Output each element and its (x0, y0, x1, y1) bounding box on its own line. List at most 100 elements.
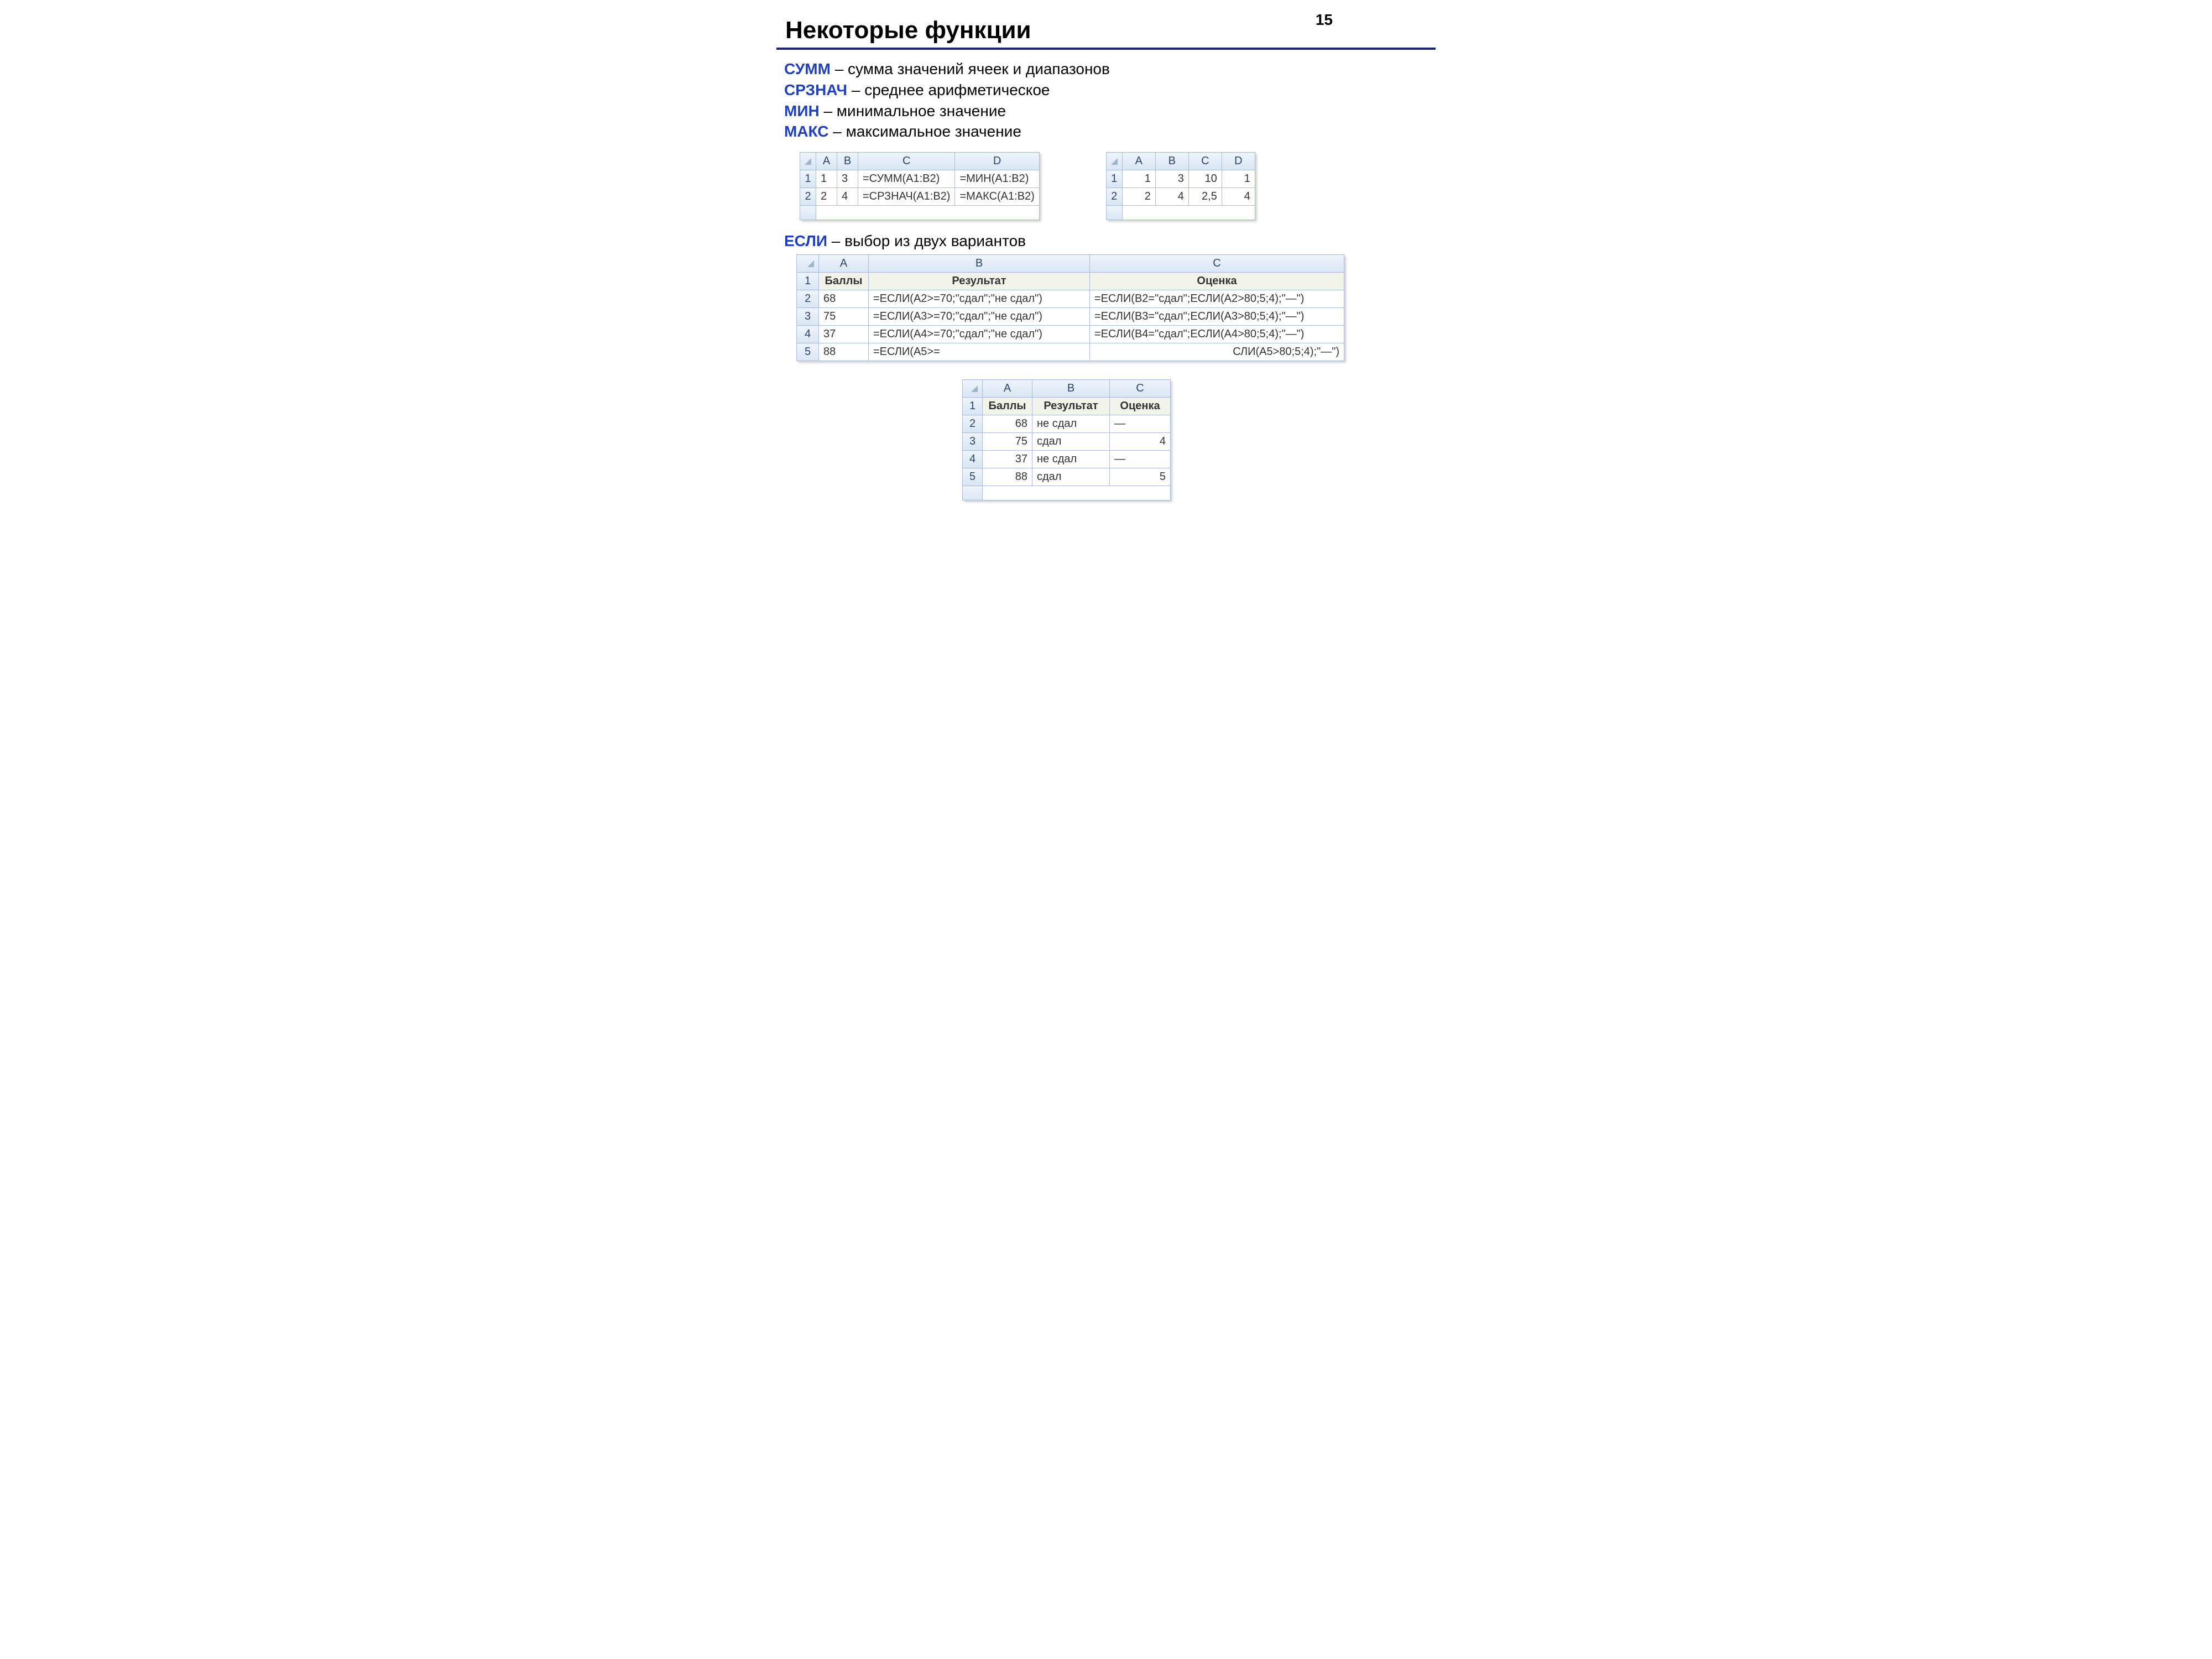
row-1[interactable]: 1 (800, 170, 816, 188)
select-all-corner[interactable] (963, 380, 983, 398)
cell[interactable]: 37 (983, 451, 1032, 468)
def-max: – максимальное значение (829, 123, 1021, 140)
cell[interactable]: 2,5 (1188, 188, 1222, 206)
cell[interactable]: 75 (819, 308, 869, 326)
header-cell[interactable]: Оценка (1090, 273, 1344, 290)
row-2[interactable]: 2 (963, 415, 983, 433)
table-if-formulas: A B C 1 Баллы Результат Оценка 2 68 =ЕСЛ… (796, 254, 1344, 361)
col-D[interactable]: D (955, 153, 1039, 170)
row-4[interactable]: 4 (963, 451, 983, 468)
cell[interactable]: 88 (819, 343, 869, 361)
cell[interactable]: 68 (983, 415, 1032, 433)
cell[interactable]: 75 (983, 433, 1032, 451)
col-A[interactable]: A (1122, 153, 1155, 170)
col-B[interactable]: B (869, 255, 1090, 273)
cell[interactable]: 4 (837, 188, 858, 206)
col-C[interactable]: C (1090, 255, 1344, 273)
cell[interactable]: =СРЗНАЧ(A1:B2) (858, 188, 955, 206)
row-2[interactable]: 2 (800, 188, 816, 206)
slide: 15 Некоторые функции СУММ – сумма значен… (752, 0, 1460, 531)
table-results: A B C D 1 1 3 10 1 2 2 4 2,5 4 (1106, 152, 1255, 220)
cell[interactable]: =МАКС(A1:B2) (955, 188, 1039, 206)
cell[interactable]: =МИН(A1:B2) (955, 170, 1039, 188)
cell[interactable]: 37 (819, 326, 869, 343)
row-1[interactable]: 1 (1106, 170, 1122, 188)
title-divider (776, 48, 1436, 50)
def-min: – минимальное значение (820, 102, 1006, 119)
cell[interactable]: СЛИ(A5>80;5;4);"—") (1090, 343, 1344, 361)
cell[interactable]: =ЕСЛИ(B2="сдал";ЕСЛИ(A2>80;5;4);"—") (1090, 290, 1344, 308)
col-A[interactable]: A (983, 380, 1032, 398)
col-C[interactable]: C (1110, 380, 1171, 398)
cell[interactable]: 3 (1155, 170, 1188, 188)
cell[interactable]: =ЕСЛИ(A2>=70;"сдал";"не сдал") (869, 290, 1090, 308)
header-cell[interactable]: Оценка (1110, 398, 1171, 415)
function-definitions: СУММ – сумма значений ячеек и диапазонов… (784, 59, 1432, 142)
cell[interactable]: не сдал (1032, 415, 1110, 433)
row-blank[interactable] (800, 206, 816, 220)
kw-avg: СРЗНАЧ (784, 81, 847, 98)
row-3[interactable]: 3 (797, 308, 819, 326)
cell[interactable]: 88 (983, 468, 1032, 486)
select-all-corner[interactable] (797, 255, 819, 273)
header-cell[interactable]: Баллы (819, 273, 869, 290)
header-cell[interactable]: Баллы (983, 398, 1032, 415)
def-avg: – среднее арифметическое (847, 81, 1050, 98)
table-formulas: A B C D 1 1 3 =СУММ(A1:B2) =МИН(A1:B2) 2… (800, 152, 1040, 220)
page-number: 15 (1316, 11, 1333, 29)
row-5[interactable]: 5 (963, 468, 983, 486)
kw-max: МАКС (784, 123, 829, 140)
row-3[interactable]: 3 (963, 433, 983, 451)
row-blank[interactable] (963, 486, 983, 500)
cell[interactable]: 1 (1222, 170, 1255, 188)
cell[interactable]: 68 (819, 290, 869, 308)
cell[interactable]: 5 (1110, 468, 1171, 486)
cell[interactable]: =ЕСЛИ(A4>=70;"сдал";"не сдал") (869, 326, 1090, 343)
cell[interactable]: не сдал (1032, 451, 1110, 468)
row-2[interactable]: 2 (797, 290, 819, 308)
col-B[interactable]: B (1032, 380, 1110, 398)
def-if: – выбор из двух вариантов (827, 232, 1026, 249)
select-all-corner[interactable] (800, 153, 816, 170)
row-blank[interactable] (1106, 206, 1122, 220)
col-B[interactable]: B (837, 153, 858, 170)
cell[interactable]: 2 (1122, 188, 1155, 206)
cell[interactable]: =СУММ(A1:B2) (858, 170, 955, 188)
col-A[interactable]: A (819, 255, 869, 273)
cell[interactable]: 1 (816, 170, 837, 188)
cell[interactable]: 4 (1155, 188, 1188, 206)
kw-min: МИН (784, 102, 820, 119)
if-line: ЕСЛИ – выбор из двух вариантов (784, 232, 1432, 250)
row-5[interactable]: 5 (797, 343, 819, 361)
select-all-corner[interactable] (1106, 153, 1122, 170)
header-cell[interactable]: Результат (869, 273, 1090, 290)
col-A[interactable]: A (816, 153, 837, 170)
cell[interactable]: =ЕСЛИ(A3>=70;"сдал";"не сдал") (869, 308, 1090, 326)
cell[interactable]: =ЕСЛИ(B3="сдал";ЕСЛИ(A3>80;5;4);"—") (1090, 308, 1344, 326)
page-title: Некоторые функции (785, 17, 1432, 44)
kw-sum: СУММ (784, 60, 831, 77)
row-1[interactable]: 1 (963, 398, 983, 415)
col-C[interactable]: C (1188, 153, 1222, 170)
cell[interactable]: — (1110, 415, 1171, 433)
col-B[interactable]: B (1155, 153, 1188, 170)
cell[interactable]: сдал (1032, 468, 1110, 486)
col-C[interactable]: C (858, 153, 955, 170)
row-2[interactable]: 2 (1106, 188, 1122, 206)
table-if-results: A B C 1 Баллы Результат Оценка 2 68 не с… (962, 379, 1171, 500)
cell[interactable]: 4 (1222, 188, 1255, 206)
cell[interactable]: 2 (816, 188, 837, 206)
cell[interactable]: 4 (1110, 433, 1171, 451)
header-cell[interactable]: Результат (1032, 398, 1110, 415)
cell[interactable]: 1 (1122, 170, 1155, 188)
col-D[interactable]: D (1222, 153, 1255, 170)
row-4[interactable]: 4 (797, 326, 819, 343)
cell[interactable]: сдал (1032, 433, 1110, 451)
cell[interactable]: =ЕСЛИ(A5>= (869, 343, 1090, 361)
def-sum: – сумма значений ячеек и диапазонов (831, 60, 1110, 77)
cell[interactable]: 3 (837, 170, 858, 188)
row-1[interactable]: 1 (797, 273, 819, 290)
cell[interactable]: =ЕСЛИ(B4="сдал";ЕСЛИ(A4>80;5;4);"—") (1090, 326, 1344, 343)
cell[interactable]: 10 (1188, 170, 1222, 188)
cell[interactable]: — (1110, 451, 1171, 468)
